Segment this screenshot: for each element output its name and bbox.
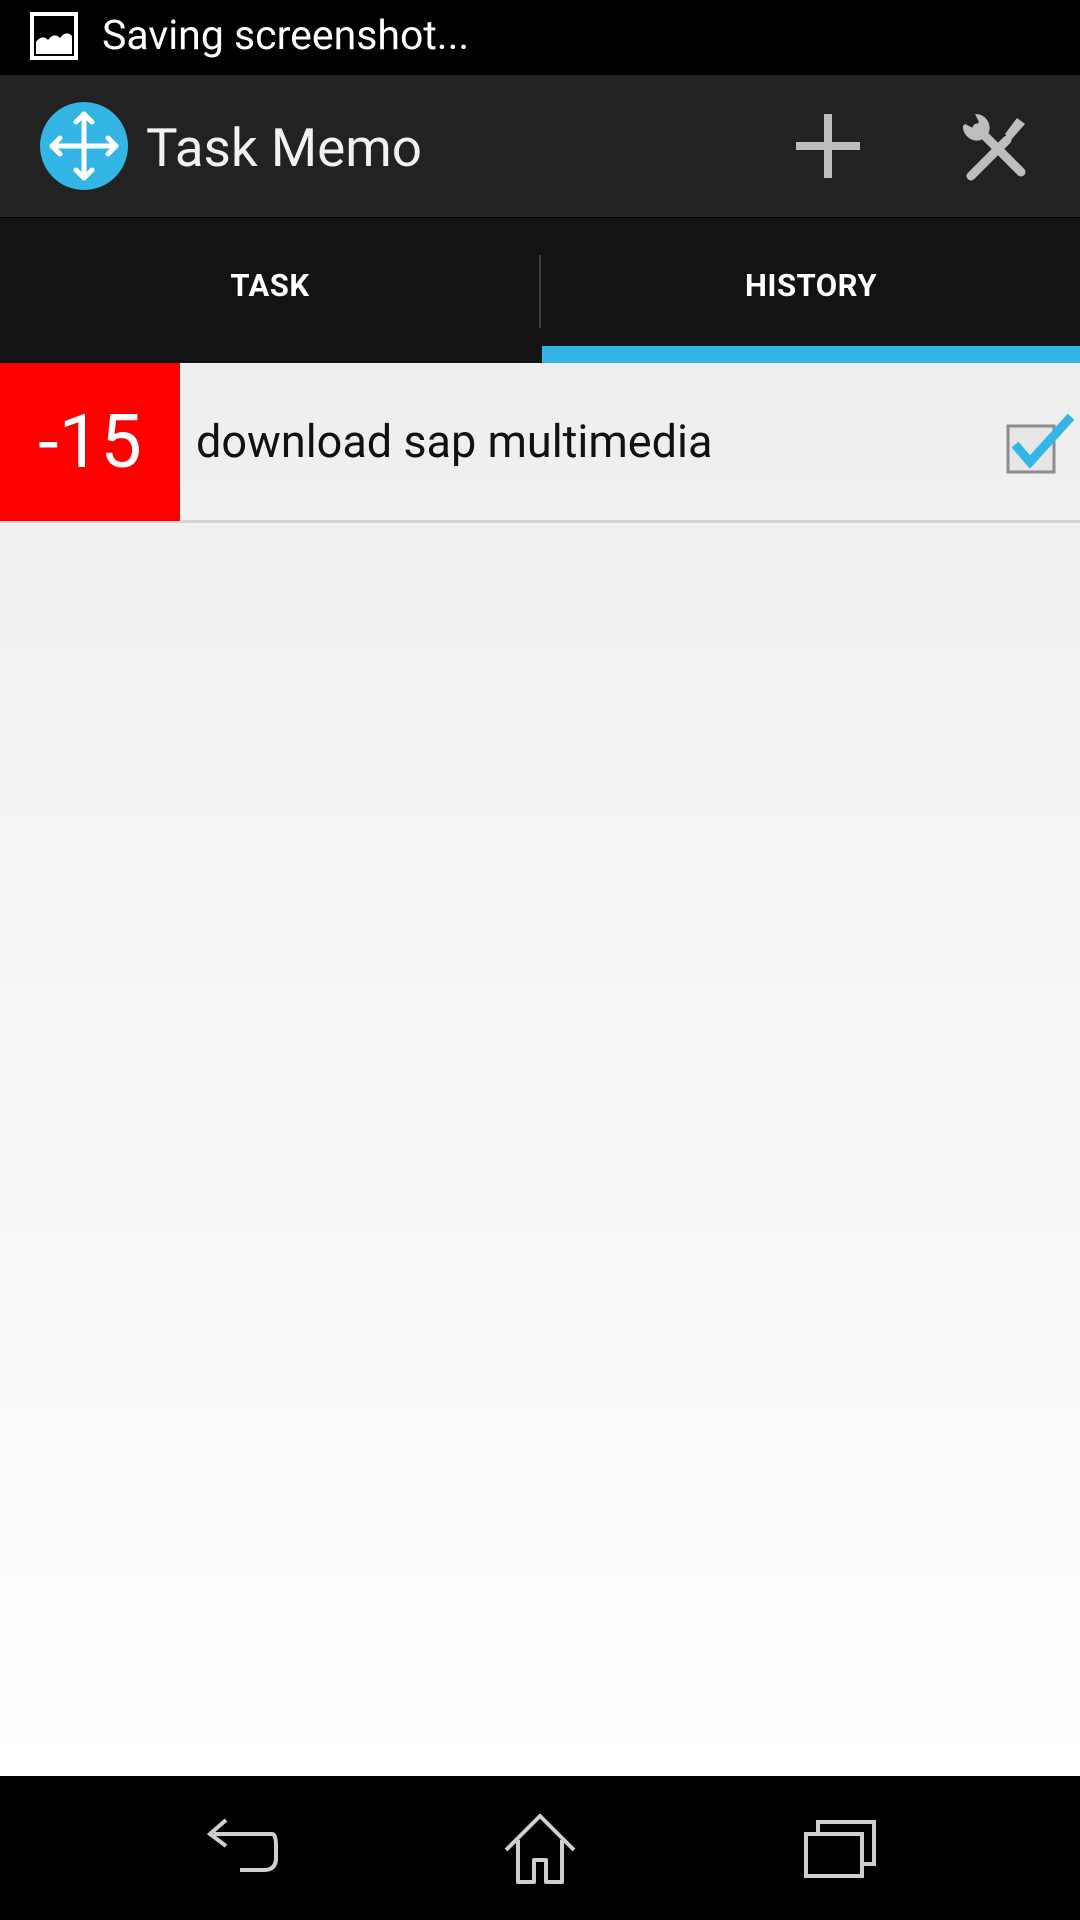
back-button[interactable] — [200, 1806, 284, 1890]
back-icon — [206, 1818, 278, 1872]
checkbox-checked-icon[interactable] — [1002, 414, 1074, 476]
days-badge: -15 — [0, 363, 180, 521]
navigation-bar — [0, 1776, 1080, 1920]
tab-task[interactable]: TASK — [0, 218, 540, 363]
history-list: -15 download sap multimedia — [0, 363, 1080, 1776]
home-icon — [504, 1814, 576, 1884]
list-item[interactable]: -15 download sap multimedia — [0, 363, 1080, 523]
selected-tab-indicator — [542, 346, 1080, 363]
status-text: Saving screenshot... — [102, 12, 470, 60]
image-icon — [30, 12, 78, 60]
settings-button[interactable] — [955, 106, 1035, 186]
home-button[interactable] — [498, 1806, 582, 1890]
move-arrows-icon[interactable] — [40, 102, 128, 190]
add-task-button[interactable] — [788, 106, 868, 186]
task-title: download sap multimedia — [196, 415, 713, 468]
recents-button[interactable] — [798, 1806, 882, 1890]
status-bar: Saving screenshot... — [0, 0, 1080, 75]
tab-bar: TASK HISTORY — [0, 218, 1080, 363]
tab-history[interactable]: HISTORY — [541, 218, 1080, 363]
tools-icon — [962, 113, 1026, 181]
app-title: Task Memo — [146, 117, 422, 179]
recents-icon — [804, 1820, 876, 1878]
action-bar: Task Memo — [0, 75, 1080, 217]
plus-icon — [796, 114, 860, 178]
screen: Saving screenshot... Task Memo TASK HIST… — [0, 0, 1080, 1920]
